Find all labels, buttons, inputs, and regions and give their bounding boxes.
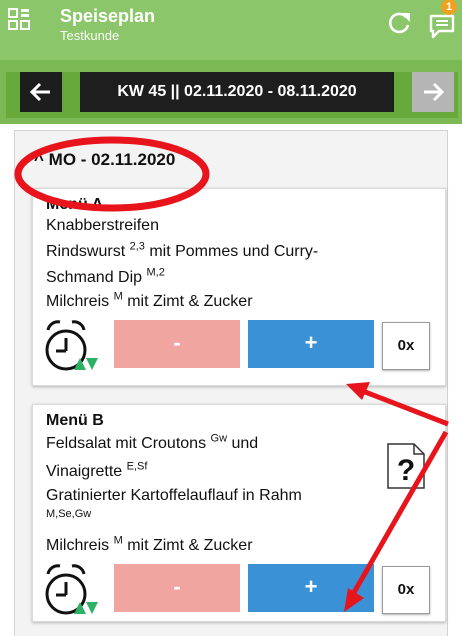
chat-icon[interactable] xyxy=(428,10,458,40)
dish-line: Rindswurst 2,3 mit Pommes und Curry- xyxy=(46,240,319,260)
app-grid-icon xyxy=(8,8,30,30)
arrow-right-icon xyxy=(424,82,445,102)
allergen-sup: M,2 xyxy=(146,266,165,279)
increase-button[interactable]: + xyxy=(248,320,374,368)
day-header[interactable]: ^ MO - 02.11.2020 xyxy=(34,150,175,170)
arrow-left-icon xyxy=(29,82,50,102)
order-count[interactable]: 0x xyxy=(382,322,430,370)
increase-button[interactable]: + xyxy=(248,564,374,612)
refresh-icon[interactable] xyxy=(386,10,412,36)
dish-line: Knabberstreifen xyxy=(46,217,159,234)
dish-line: Schmand Dip M,2 xyxy=(46,266,165,286)
allergen-sup: Gw xyxy=(210,432,228,445)
dish-line: Milchreis M mit Zimt & Zucker xyxy=(46,290,253,310)
app-title: Speiseplan xyxy=(60,6,156,26)
day-label: MO - 02.11.2020 xyxy=(48,150,176,169)
dish-line: Milchreis M mit Zimt & Zucker xyxy=(46,534,253,554)
alarm-clock-icon xyxy=(45,564,98,615)
allergen-sup: M xyxy=(113,534,123,547)
alarm-clock-icon xyxy=(45,320,98,371)
svg-text:?: ? xyxy=(397,454,415,487)
dish-line: Vinaigrette E,Sf xyxy=(46,460,148,480)
question-document-icon[interactable]: ? xyxy=(386,442,426,490)
week-label: KW 45 || 02.11.2020 - 08.11.2020 xyxy=(80,72,394,112)
app-subtitle: Testkunde xyxy=(60,28,120,43)
dish-line: Feldsalat mit Croutons Gw und xyxy=(46,432,259,452)
collapse-caret: ^ xyxy=(34,150,44,169)
menu-title: Menü A xyxy=(46,196,104,213)
prev-week-button[interactable] xyxy=(20,72,62,112)
allergen-sup: 2,3 xyxy=(129,240,145,253)
allergen-sup: E,Sf xyxy=(126,460,148,473)
order-count[interactable]: 0x xyxy=(382,566,430,614)
decrease-button[interactable]: - xyxy=(114,564,240,612)
allergen-line: M,Se,Gw xyxy=(46,508,92,520)
decrease-button[interactable]: - xyxy=(114,320,240,368)
dish-line: Gratinierter Kartoffelauflauf in Rahm xyxy=(46,487,302,504)
menu-title: Menü B xyxy=(46,412,104,429)
allergen-sup: M xyxy=(113,290,123,303)
next-week-button[interactable] xyxy=(412,72,454,112)
